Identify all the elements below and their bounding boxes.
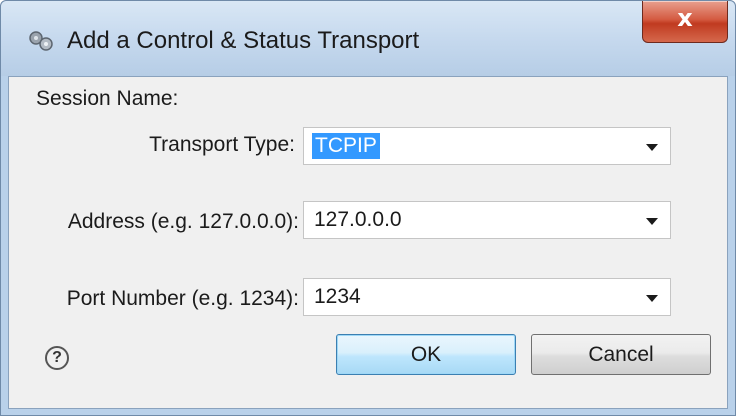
address-label: Address (e.g. 127.0.0.0): [67, 210, 299, 233]
port-number-value: 1234 [314, 285, 361, 308]
transport-type-dropdown[interactable]: TCPIP [303, 127, 671, 165]
dialog-body: Session Name: Transport Type: TCPIP Addr… [8, 76, 728, 409]
chevron-down-icon[interactable] [646, 218, 658, 225]
transport-type-label: Transport Type: [149, 133, 295, 156]
help-icon[interactable]: ? [45, 346, 69, 370]
chevron-down-icon[interactable] [646, 295, 658, 302]
cancel-button[interactable]: Cancel [531, 334, 711, 375]
ok-button[interactable]: OK [336, 334, 516, 375]
close-button[interactable]: x [642, 1, 728, 43]
title-bar[interactable]: Add a Control & Status Transport x [1, 1, 735, 76]
app-gear-icon [29, 31, 53, 51]
session-name-label: Session Name: [36, 87, 179, 110]
port-number-label: Port Number (e.g. 1234): [66, 287, 299, 310]
port-number-dropdown[interactable]: 1234 [303, 278, 671, 316]
chevron-down-icon[interactable] [646, 144, 658, 151]
dialog-window: Add a Control & Status Transport x Sessi… [0, 0, 736, 416]
close-icon: x [677, 4, 693, 32]
address-dropdown[interactable]: 127.0.0.0 [303, 201, 671, 239]
address-value: 127.0.0.0 [314, 208, 402, 231]
transport-type-value: TCPIP [312, 133, 380, 159]
dialog-title: Add a Control & Status Transport [67, 27, 420, 54]
